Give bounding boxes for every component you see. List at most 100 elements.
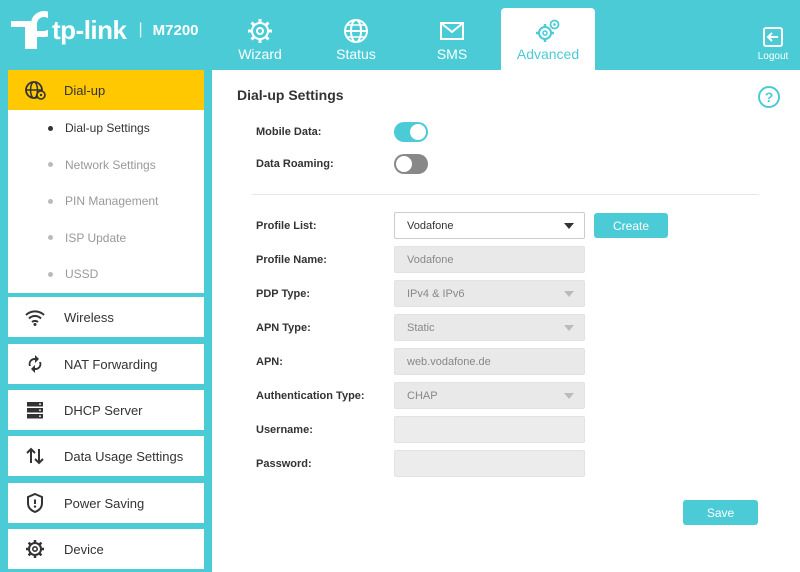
- sidebar-item-label: DHCP Server: [64, 402, 143, 418]
- tab-status[interactable]: Status: [309, 8, 403, 70]
- auth-type-label: Authentication Type:: [256, 390, 365, 402]
- brand-name: tp-link: [52, 14, 127, 45]
- sidebar-subitem-label: USSD: [65, 267, 99, 282]
- main-content: Dial-up Settings ? Mobile Data: Data Roa…: [212, 70, 800, 572]
- sidebar-item-dhcp-server[interactable]: DHCP Server: [8, 390, 204, 430]
- sidebar-section-data-usage: Data Usage Settings: [8, 436, 204, 476]
- apn-label: APN:: [256, 356, 283, 368]
- tab-advanced-label: Advanced: [516, 46, 580, 62]
- gear-icon: [24, 538, 46, 560]
- toggle-knob: [396, 156, 412, 172]
- sidebar-item-device[interactable]: Device: [8, 529, 204, 569]
- dropdown-caret-icon: [564, 325, 574, 331]
- tab-wizard-label: Wizard: [238, 46, 282, 62]
- sidebar-subitem-label: ISP Update: [65, 230, 127, 245]
- globe-icon: [344, 19, 368, 43]
- gears-icon: [536, 19, 560, 42]
- bullet-dot: [48, 162, 53, 168]
- sidebar-subitem-label: PIN Management: [65, 194, 159, 209]
- updown-arrows-icon: [24, 445, 46, 467]
- mobile-data-label: Mobile Data:: [256, 126, 322, 138]
- username-label: Username:: [256, 424, 313, 436]
- auth-type-select[interactable]: CHAP: [394, 382, 585, 409]
- sidebar-item-label: Power Saving: [64, 495, 145, 511]
- divider: [252, 194, 759, 195]
- logout-button[interactable]: Logout: [756, 26, 790, 62]
- sidebar-section-power-saving: Power Saving: [8, 483, 204, 523]
- save-button[interactable]: Save: [683, 500, 758, 525]
- auth-type-value: CHAP: [407, 389, 438, 402]
- page-title: Dial-up Settings: [237, 87, 344, 103]
- password-label: Password:: [256, 458, 312, 470]
- sidebar-section-wireless: Wireless: [8, 297, 204, 337]
- bullet-dot: [48, 198, 53, 204]
- profile-name-value: Vodafone: [407, 253, 454, 266]
- brand-separator: |: [138, 21, 143, 38]
- toggle-knob: [410, 124, 426, 140]
- bullet-dot: [48, 125, 53, 131]
- data-roaming-toggle[interactable]: [394, 154, 428, 174]
- profile-name-label: Profile Name:: [256, 254, 327, 266]
- nat-icon: [24, 353, 46, 375]
- sidebar-section-nat: NAT Forwarding: [8, 344, 204, 384]
- dropdown-caret-icon: [564, 223, 574, 229]
- wifi-icon: [24, 306, 46, 328]
- dropdown-caret-icon: [564, 393, 574, 399]
- help-icon[interactable]: ?: [758, 86, 780, 108]
- sidebar-subitem-pin-management[interactable]: PIN Management: [8, 183, 204, 220]
- sidebar-section-dialup: Dial-up Dial-up Settings Network Setting…: [8, 70, 204, 293]
- apn-type-label: APN Type:: [256, 322, 311, 334]
- sidebar: Dial-up Dial-up Settings Network Setting…: [0, 70, 212, 572]
- logout-label: Logout: [757, 51, 789, 62]
- server-icon: [24, 399, 46, 421]
- sidebar-item-label: Device: [64, 541, 104, 557]
- sidebar-subitem-label: Dial-up Settings: [65, 121, 150, 136]
- create-button[interactable]: Create: [594, 213, 668, 238]
- gear-icon: [248, 19, 272, 43]
- password-field[interactable]: [394, 450, 585, 477]
- sidebar-item-label: Wireless: [64, 309, 114, 325]
- sidebar-item-wireless[interactable]: Wireless: [8, 297, 204, 337]
- apn-value: web.vodafone.de: [407, 355, 491, 368]
- sidebar-item-dialup[interactable]: Dial-up: [8, 70, 204, 110]
- sidebar-section-dhcp: DHCP Server: [8, 390, 204, 430]
- tab-sms[interactable]: SMS: [405, 8, 499, 70]
- sidebar-subitem-label: Network Settings: [65, 157, 156, 172]
- profile-list-label: Profile List:: [256, 220, 317, 232]
- apn-type-select[interactable]: Static: [394, 314, 585, 341]
- sidebar-subitem-dialup-settings[interactable]: Dial-up Settings: [8, 110, 204, 147]
- sidebar-item-power-saving[interactable]: Power Saving: [8, 483, 204, 523]
- bullet-dot: [48, 235, 53, 241]
- sidebar-item-label: Data Usage Settings: [64, 448, 184, 464]
- sidebar-section-device: Device: [8, 529, 204, 569]
- sidebar-subitem-network-settings[interactable]: Network Settings: [8, 147, 204, 184]
- pdp-type-select[interactable]: IPv4 & IPv6: [394, 280, 585, 307]
- tab-wizard[interactable]: Wizard: [213, 8, 307, 70]
- dropdown-caret-icon: [564, 291, 574, 297]
- tab-advanced[interactable]: Advanced: [501, 8, 595, 70]
- apn-field[interactable]: web.vodafone.de: [394, 348, 585, 375]
- sidebar-item-label: Dial-up: [64, 82, 106, 98]
- mobile-data-toggle[interactable]: [394, 122, 428, 142]
- sidebar-item-data-usage-settings[interactable]: Data Usage Settings: [8, 436, 204, 476]
- tab-sms-label: SMS: [436, 46, 468, 62]
- tp-link-logo: tp-link | M7200: [8, 10, 199, 50]
- pdp-type-value: IPv4 & IPv6: [407, 287, 465, 300]
- shield-icon: [24, 492, 46, 514]
- data-roaming-label: Data Roaming:: [256, 158, 334, 170]
- profile-name-field[interactable]: Vodafone: [394, 246, 585, 273]
- sidebar-subitem-ussd[interactable]: USSD: [8, 256, 204, 293]
- pdp-type-label: PDP Type:: [256, 288, 310, 300]
- header: tp-link | M7200 Wizard Status SMS Advanc…: [0, 0, 800, 70]
- profile-list-value: Vodafone: [407, 219, 454, 232]
- bullet-dot: [48, 271, 53, 277]
- username-field[interactable]: [394, 416, 585, 443]
- sidebar-item-nat-forwarding[interactable]: NAT Forwarding: [8, 344, 204, 384]
- globe-settings-icon: [24, 79, 46, 101]
- model-name: M7200: [152, 21, 199, 39]
- sidebar-subitem-isp-update[interactable]: ISP Update: [8, 220, 204, 257]
- sidebar-item-label: NAT Forwarding: [64, 356, 158, 372]
- profile-list-select[interactable]: Vodafone: [394, 212, 585, 239]
- apn-type-value: Static: [407, 321, 435, 334]
- tab-status-label: Status: [336, 46, 376, 62]
